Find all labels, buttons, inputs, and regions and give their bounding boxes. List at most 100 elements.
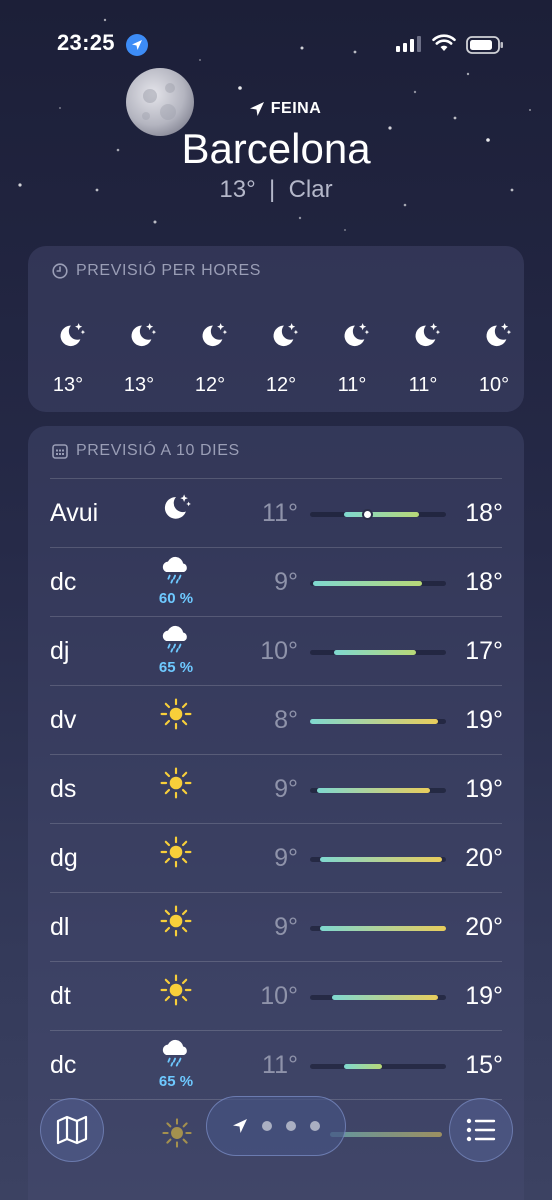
temperature-range-fill [310, 719, 438, 724]
daily-forecast-row[interactable]: dt 10° 19° [28, 962, 524, 1031]
location-label: FEINA [270, 100, 322, 117]
daily-forecast-row[interactable]: dl 9° 20° [28, 893, 524, 962]
temperature-range-fill [316, 788, 430, 793]
location-header: FEINA Barcelona 13° | Clar [0, 100, 552, 204]
temperature-range-fill [319, 857, 442, 862]
day-name: dv [50, 706, 77, 734]
temperature-range-fill [334, 650, 417, 655]
moon-stars-icon [273, 323, 299, 347]
moon-stars-icon [60, 323, 86, 347]
day-name: dj [50, 637, 70, 665]
temperature-range-bar [310, 995, 446, 1000]
low-temperature: 9° [274, 913, 298, 941]
hourly-item: 11° [393, 246, 453, 412]
day-weather-icon-wrap [158, 489, 198, 529]
status-bar: 23:25 [0, 0, 552, 90]
low-temperature: 11° [262, 1051, 298, 1079]
low-temperature: 9° [274, 775, 298, 803]
daily-forecast-row[interactable]: dc 60 % 9° 18° [28, 548, 524, 617]
temperature-range-bar [310, 509, 446, 520]
hourly-temperature: 12° [265, 374, 297, 396]
hourly-temperature: 10° [478, 374, 510, 396]
page-indicator[interactable] [206, 1096, 346, 1156]
day-weather-icon-wrap [158, 834, 198, 874]
map-icon [56, 1115, 88, 1145]
sun-icon [160, 836, 192, 868]
daily-forecast-row[interactable]: dg 9° 20° [28, 824, 524, 893]
rain-cloud-icon [162, 625, 187, 653]
high-temperature: 19° [465, 982, 503, 1010]
moon-stars-icon [131, 323, 157, 347]
hourly-temperature: 12° [194, 374, 226, 396]
map-button[interactable] [40, 1098, 104, 1162]
daily-forecast-row[interactable]: dc 65 % 11° 15° [28, 1031, 524, 1100]
current-temperature: 13° [219, 176, 256, 203]
day-name: dt [50, 982, 71, 1010]
temperature-range-fill [344, 1064, 383, 1069]
high-temperature: 15° [465, 1051, 503, 1079]
high-temperature: 20° [465, 913, 503, 941]
hourly-item: 12° [251, 246, 311, 412]
temperature-range-bar [310, 581, 446, 586]
rain-cloud-icon [162, 556, 187, 584]
sun-icon [160, 905, 192, 937]
low-temperature: 8° [274, 706, 298, 734]
hourly-temperature: 11° [408, 374, 438, 396]
daily-forecast-title: PREVISIÓ A 10 DIES [76, 442, 240, 459]
hourly-forecast-card[interactable]: PREVISIÓ PER HORES 13° 13° 12° 12° 11° 11° 10° [28, 246, 524, 412]
day-name: dc [50, 1051, 77, 1079]
temperature-range-bar [310, 926, 446, 931]
low-temperature: 11° [262, 499, 298, 527]
location-arrow-icon [249, 102, 264, 116]
page-dot[interactable] [286, 1121, 296, 1131]
moon-stars-icon [164, 494, 191, 519]
moon-stars-icon [415, 323, 441, 347]
daily-forecast-row[interactable]: ds 9° 19° [28, 755, 524, 824]
daily-forecast-card[interactable]: PREVISIÓ A 10 DIES Avui 11° 18° dc 60 % 9° 18°… [28, 426, 524, 1200]
rain-cloud-icon [162, 1039, 187, 1067]
hourly-temperature: 13° [52, 374, 84, 396]
high-temperature: 17° [465, 637, 503, 665]
current-temperature-marker [362, 509, 374, 520]
locations-list-button[interactable] [449, 1098, 513, 1162]
sun-icon [162, 1118, 192, 1148]
sun-icon [160, 974, 192, 1006]
high-temperature: 20° [465, 844, 503, 872]
location-active-icon [126, 34, 148, 56]
daily-forecast-row[interactable]: Avui 11° 18° [28, 479, 524, 548]
hourly-item: 11° [322, 246, 382, 412]
temperature-range-bar [310, 1064, 446, 1069]
current-condition: Clar [288, 176, 333, 203]
cellular-signal-icon [396, 36, 421, 52]
day-weather-icon-wrap [158, 765, 198, 805]
temperature-range-bar [310, 719, 446, 724]
conditions-separator: | [269, 176, 276, 203]
high-temperature: 18° [465, 568, 503, 596]
hourly-item: 13° [109, 246, 169, 412]
moon-stars-icon [344, 323, 370, 347]
hourly-item: 10° [464, 246, 524, 412]
low-temperature: 10° [260, 637, 298, 665]
temperature-range-fill [319, 926, 446, 931]
moon-stars-icon [202, 323, 228, 347]
temperature-range-bar [310, 650, 446, 655]
temperature-range-fill [331, 995, 438, 1000]
low-temperature: 9° [274, 568, 298, 596]
location-label-row: FEINA [18, 100, 552, 118]
temperature-range-bar [310, 788, 446, 793]
battery-icon [466, 36, 503, 54]
page-dot[interactable] [310, 1121, 320, 1131]
day-name: dc [50, 568, 77, 596]
sun-icon [160, 698, 192, 730]
hourly-temperature: 13° [123, 374, 155, 396]
current-conditions: 13° | Clar [0, 176, 552, 204]
daily-forecast-row[interactable]: dv 8° 19° [28, 686, 524, 755]
calendar-icon [52, 444, 68, 459]
day-weather-icon-wrap [158, 972, 198, 1012]
page-dot[interactable] [262, 1121, 272, 1131]
temperature-range-fill [344, 512, 419, 517]
daily-forecast-row[interactable]: dj 65 % 10° 17° [28, 617, 524, 686]
hourly-item: 12° [180, 246, 240, 412]
precipitation-chance: 60 % [158, 590, 194, 607]
high-temperature: 19° [465, 706, 503, 734]
